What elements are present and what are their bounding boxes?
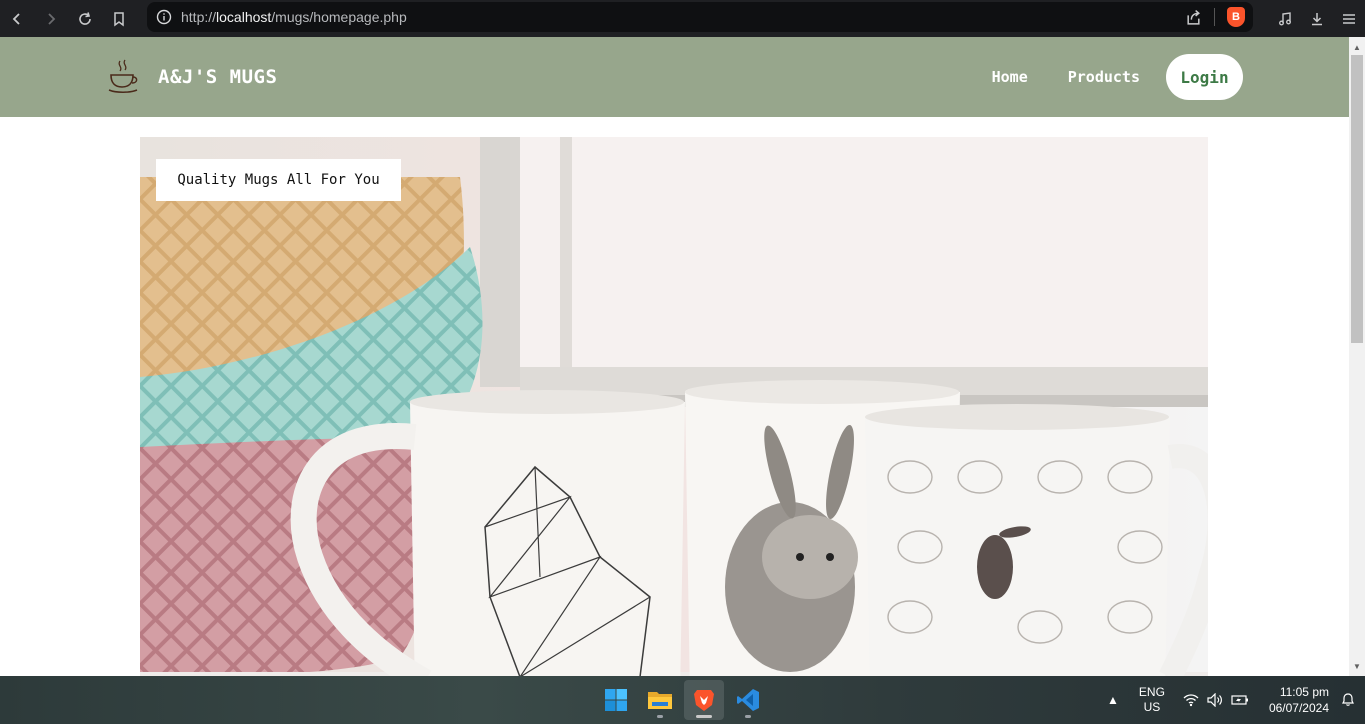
brave-browser-button[interactable] [684,680,724,720]
input-language[interactable]: ENG US [1139,685,1165,715]
system-tray: ▲ ENG US 11:05 pm 06/07/2024 [1101,676,1365,724]
reload-icon [79,11,91,25]
menu-button[interactable] [1333,0,1365,37]
hero-mugs-image [140,137,1208,676]
main-nav: Home Products Login [952,54,1243,100]
vscode-icon [737,689,759,711]
scroll-up-arrow-icon[interactable]: ▲ [1349,39,1365,55]
windows-taskbar: ▲ ENG US 11:05 pm 06/07/2024 [0,676,1365,724]
address-bar[interactable]: http://localhost/mugs/homepage.php B [147,2,1253,32]
nav-products-link[interactable]: Products [1068,54,1140,100]
windows-start-icon [605,689,627,711]
clock[interactable]: 11:05 pm 06/07/2024 [1269,684,1329,716]
start-button[interactable] [596,680,636,720]
vscode-button[interactable] [728,680,768,720]
url-separator [1214,8,1215,26]
file-explorer-icon [648,692,672,709]
language-region: US [1143,700,1161,714]
battery-charging-icon[interactable] [1231,693,1249,707]
hero-tagline: Quality Mugs All For You [156,159,401,201]
scroll-down-arrow-icon[interactable]: ▼ [1349,658,1365,674]
hero-banner: Quality Mugs All For You [140,137,1208,676]
file-explorer-button[interactable] [640,680,680,720]
brand[interactable]: A&J'S MUGS [108,59,277,95]
hamburger-menu-icon [1343,13,1355,24]
site-header: A&J'S MUGS Home Products Login [0,37,1349,117]
media-button[interactable] [1269,0,1301,37]
page-scrollbar[interactable]: ▲ ▼ [1349,37,1365,676]
downloads-button[interactable] [1301,0,1333,37]
bookmark-icon [114,11,124,26]
coffee-cup-logo-icon [108,59,138,93]
running-indicator [745,715,751,718]
url-text[interactable]: http://localhost/mugs/homepage.php [181,9,407,25]
volume-icon[interactable] [1207,693,1223,707]
running-indicator [696,715,712,718]
forward-button[interactable] [34,0,68,37]
nav-home-link[interactable]: Home [992,54,1028,100]
site-info-icon[interactable] [147,9,181,25]
clock-time: 11:05 pm [1279,685,1329,699]
language-code: ENG [1138,685,1165,699]
notification-bell-icon[interactable] [1337,691,1359,710]
scrollbar-thumb[interactable] [1351,55,1363,343]
music-note-icon [1279,11,1291,25]
share-icon[interactable] [1185,9,1202,26]
running-indicator [657,715,663,718]
bookmark-button[interactable] [102,0,136,37]
show-hidden-icons-chevron-icon[interactable]: ▲ [1101,693,1125,707]
browser-toolbar: http://localhost/mugs/homepage.php B [0,0,1365,37]
brand-name: A&J'S MUGS [158,66,278,88]
back-button[interactable] [0,0,34,37]
clock-date: 06/07/2024 [1268,701,1329,715]
download-icon [1312,12,1322,25]
wifi-icon[interactable] [1183,693,1199,707]
forward-arrow-icon [48,12,56,25]
brave-browser-icon [694,690,714,711]
web-page: A&J'S MUGS Home Products Login Quality M… [0,37,1349,676]
brave-shields-icon[interactable]: B [1227,7,1245,27]
login-button[interactable]: Login [1166,54,1243,100]
reload-button[interactable] [68,0,102,37]
back-arrow-icon [12,12,20,25]
